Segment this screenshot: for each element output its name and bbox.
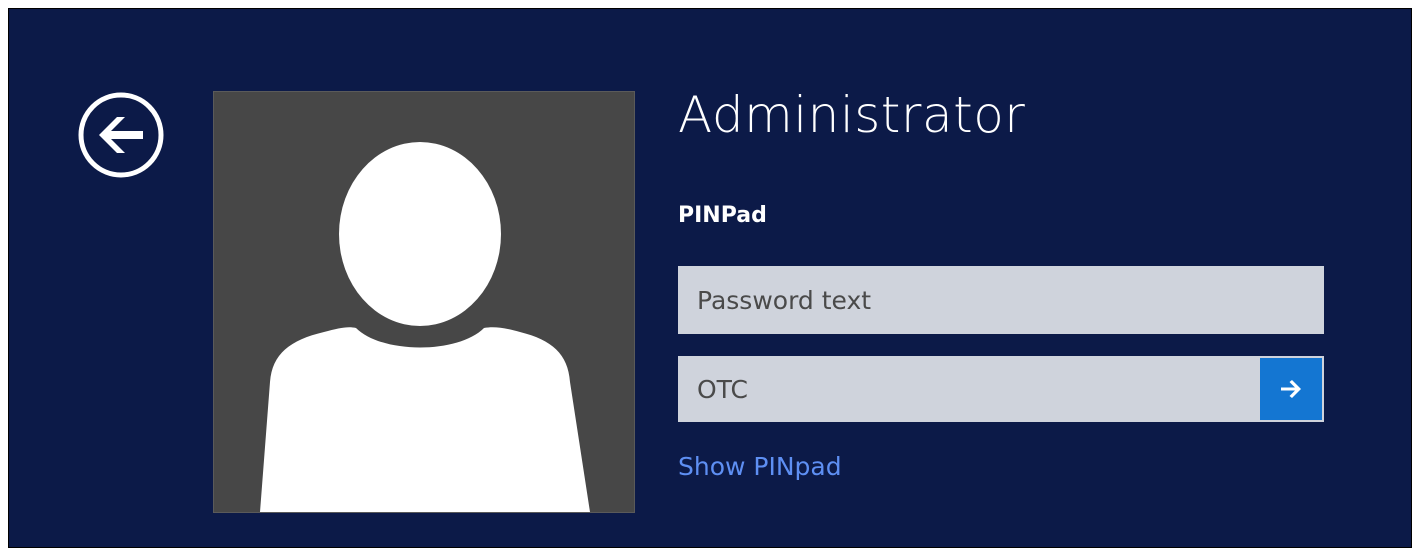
user-avatar <box>213 91 635 513</box>
otc-input[interactable] <box>678 356 1324 422</box>
user-silhouette-icon <box>260 142 590 512</box>
show-pinpad-link[interactable]: Show PINpad <box>678 449 842 485</box>
password-input[interactable] <box>678 266 1324 334</box>
back-arrow-circle-icon <box>78 92 164 178</box>
submit-button[interactable] <box>1260 358 1322 420</box>
arrow-right-icon <box>1281 380 1301 398</box>
sign-in-screen: Administrator PINPad Show PINpad <box>8 8 1412 548</box>
credential-provider-label: PINPad <box>678 203 767 228</box>
account-username: Administrator <box>678 86 1026 144</box>
otc-field-group <box>678 356 1324 422</box>
back-button[interactable] <box>77 91 165 179</box>
